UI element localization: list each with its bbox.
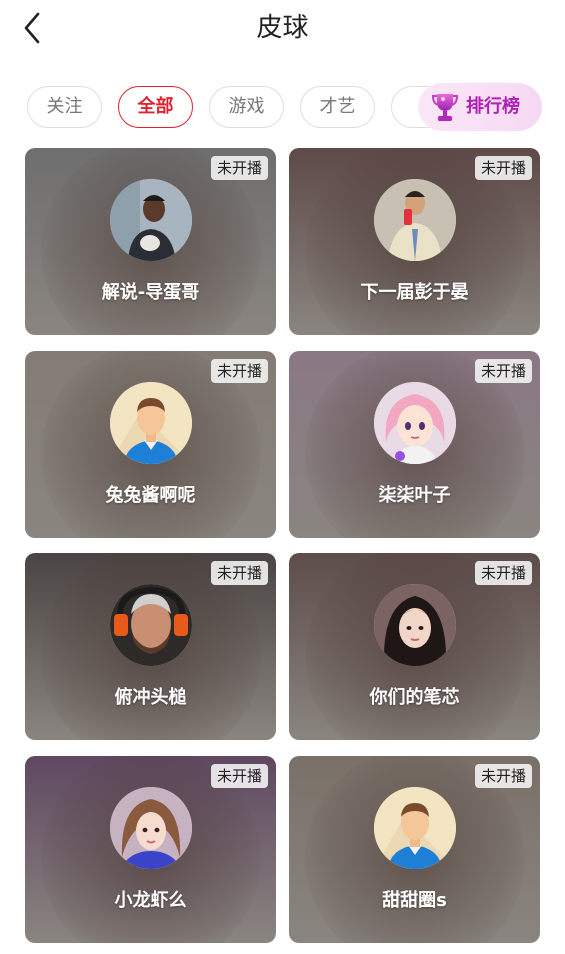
avatar	[110, 179, 192, 261]
streamer-name: 甜甜圈s	[382, 890, 447, 911]
streamer-name: 下一届彭于晏	[360, 282, 469, 303]
avatar	[374, 382, 456, 464]
streamer-card[interactable]: 未开播 小龙虾么	[25, 756, 276, 943]
avatar	[110, 382, 192, 464]
avatar	[374, 787, 456, 869]
status-badge: 未开播	[210, 561, 268, 585]
status-badge: 未开播	[474, 359, 532, 383]
avatar	[374, 584, 456, 666]
avatar	[374, 179, 456, 261]
status-badge: 未开播	[210, 156, 268, 180]
streamer-name: 俯冲头槌	[114, 687, 187, 708]
status-badge: 未开播	[474, 764, 532, 788]
avatar-image	[110, 382, 192, 464]
streamer-name: 柒柒叶子	[378, 485, 451, 506]
streamer-name: 兔兔酱啊呢	[105, 485, 196, 506]
streamer-card[interactable]: 未开播 甜甜圈s	[289, 756, 540, 943]
streamer-name: 解说-导蛋哥	[101, 282, 200, 303]
streamer-card[interactable]: 未开播 俯冲头槌	[25, 553, 276, 740]
streamer-name: 你们的笔芯	[369, 687, 460, 708]
streamer-card[interactable]: 未开播 兔兔酱啊呢	[25, 351, 276, 538]
streamer-card[interactable]: 未开播 你们的笔芯	[289, 553, 540, 740]
status-badge: 未开播	[210, 764, 268, 788]
streamer-name: 小龙虾么	[114, 890, 187, 911]
status-badge: 未开播	[474, 156, 532, 180]
streamer-card[interactable]: 未开播 柒柒叶子	[289, 351, 540, 538]
avatar-image	[374, 179, 456, 261]
avatar-image	[374, 382, 456, 464]
avatar-image	[110, 179, 192, 261]
avatar-image	[374, 787, 456, 869]
status-badge: 未开播	[474, 561, 532, 585]
avatar	[110, 584, 192, 666]
streamer-grid: 未开播 解说-导蛋哥 未开播 下一届彭于晏 未开播 兔兔酱啊呢 未开播 柒柒叶子 未开播	[0, 0, 565, 954]
streamer-card[interactable]: 未开播 解说-导蛋哥	[25, 148, 276, 335]
avatar	[110, 787, 192, 869]
streamer-card[interactable]: 未开播 下一届彭于晏	[289, 148, 540, 335]
avatar-image	[110, 584, 192, 666]
status-badge: 未开播	[210, 359, 268, 383]
avatar-image	[374, 584, 456, 666]
avatar-image	[110, 787, 192, 869]
